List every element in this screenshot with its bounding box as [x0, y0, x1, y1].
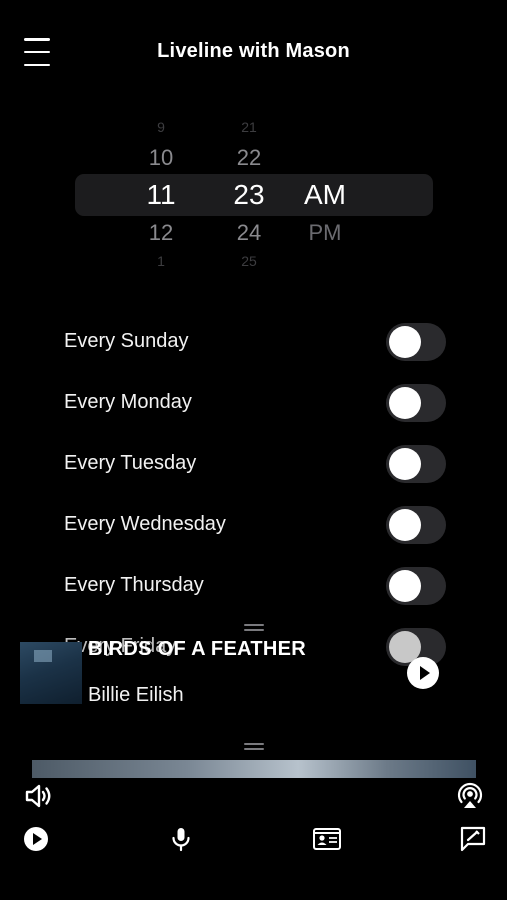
airplay-icon[interactable] — [454, 780, 486, 812]
picker-period-selected[interactable]: AM — [295, 179, 355, 211]
day-label-sunday: Every Sunday — [64, 330, 189, 352]
picker-hour-selected[interactable]: 11 — [131, 179, 191, 211]
day-label-tuesday: Every Tuesday — [64, 452, 197, 474]
picker-minute[interactable]: 21 — [219, 119, 279, 135]
volume-icon[interactable] — [22, 780, 54, 812]
contact-card-icon[interactable] — [311, 823, 343, 855]
picker-minute[interactable]: 22 — [219, 145, 279, 171]
play-icon[interactable] — [20, 823, 52, 855]
toggle-thursday[interactable] — [386, 567, 446, 605]
sheet-drag-handle[interactable] — [244, 743, 264, 750]
picker-minute[interactable]: 24 — [219, 220, 279, 246]
day-label-wednesday: Every Wednesday — [64, 513, 226, 535]
toggle-tuesday[interactable] — [386, 445, 446, 483]
picker-hour[interactable]: 10 — [131, 145, 191, 171]
picker-minute[interactable]: 25 — [219, 253, 279, 269]
microphone-icon[interactable] — [165, 823, 197, 855]
toggle-wednesday[interactable] — [386, 506, 446, 544]
time-picker[interactable]: 9 10 11 12 1 21 22 23 24 25 AM PM — [0, 0, 507, 290]
toggle-sunday[interactable] — [386, 323, 446, 361]
play-circle-icon[interactable] — [407, 657, 439, 689]
player-drag-handle[interactable] — [244, 624, 264, 631]
day-label-thursday: Every Thursday — [64, 574, 204, 596]
banner-image[interactable] — [32, 760, 476, 778]
toggle-monday[interactable] — [386, 384, 446, 422]
picker-period[interactable]: PM — [295, 220, 355, 246]
picker-hour[interactable]: 12 — [131, 220, 191, 246]
album-art[interactable] — [20, 642, 82, 704]
picker-hour[interactable]: 1 — [131, 253, 191, 269]
now-playing-artist[interactable]: Billie Eilish — [88, 684, 184, 707]
now-playing-title[interactable]: BIRDS OF A FEATHER — [88, 638, 306, 661]
picker-minute-selected[interactable]: 23 — [219, 179, 279, 211]
compose-icon[interactable] — [457, 823, 489, 855]
day-label-monday: Every Monday — [64, 391, 192, 413]
picker-hour[interactable]: 9 — [131, 119, 191, 135]
